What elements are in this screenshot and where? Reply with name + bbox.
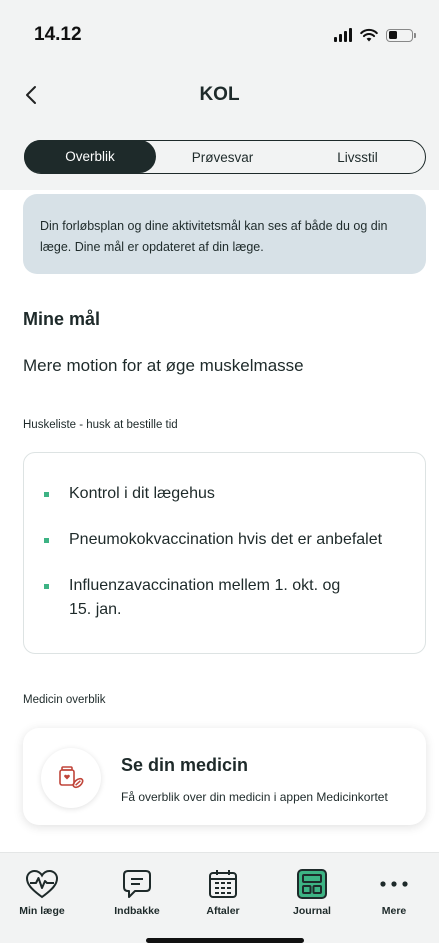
tab-min-laege[interactable]: Min læge <box>2 867 82 917</box>
bullet-icon <box>44 492 49 497</box>
list-item-text: Pneumokokvaccination hvis det er anbefal… <box>69 531 383 548</box>
goals-heading: Mine mål <box>23 309 101 329</box>
info-text-line-1: Din forløbsplan og dine aktivitetsmål ka… <box>40 219 388 233</box>
page-title: KOL <box>199 84 240 105</box>
tab-aftaler[interactable]: Aftaler <box>183 867 263 917</box>
medicine-label: Medicin overblik <box>23 694 106 706</box>
segmented-tabs: Overblik Prøvesvar Livsstil <box>24 140 426 174</box>
journal-icon <box>297 869 327 899</box>
tab-label: Min læge <box>19 905 65 917</box>
list-item-text-line-1: Influenzavaccination mellem 1. okt. og <box>69 577 341 594</box>
calendar-icon <box>209 870 237 898</box>
tab-label: Indbakke <box>114 905 160 917</box>
tab-overblik[interactable]: Overblik <box>24 140 156 173</box>
status-icons <box>334 25 416 45</box>
tab-label: Journal <box>293 905 331 917</box>
list-item-text-line-2: 15. jan. <box>69 601 122 618</box>
home-indicator <box>146 938 304 943</box>
status-time: 14.12 <box>34 24 82 45</box>
reminder-card: Kontrol i dit lægehus Pneumokokvaccinati… <box>23 452 426 654</box>
bullet-icon <box>44 538 49 543</box>
tab-provesvar[interactable]: Prøvesvar <box>155 141 290 173</box>
wifi-icon <box>360 29 378 42</box>
bullet-icon <box>44 584 49 589</box>
tab-label: Aftaler <box>206 905 240 917</box>
list-item: Influenzavaccination mellem 1. okt. og 1… <box>44 574 340 622</box>
signal-icon <box>334 28 352 42</box>
goal-text: Mere motion for at øge muskelmasse <box>23 356 304 375</box>
reminders-label: Huskeliste - husk at bestille tid <box>23 419 178 431</box>
info-text-line-2: læge. Dine mål er opdateret af din læge. <box>40 240 264 254</box>
tab-journal[interactable]: Journal <box>272 867 352 917</box>
list-item-text: Kontrol i dit lægehus <box>69 485 215 502</box>
list-item-text: Influenzavaccination mellem 1. okt. og 1… <box>69 574 340 622</box>
tab-bar: Min læge Indbakke Aftaler Journal Mere <box>0 852 439 943</box>
heart-pulse-icon <box>25 869 59 899</box>
tab-label: Mere <box>381 905 407 917</box>
battery-icon <box>386 28 416 42</box>
info-box: Din forløbsplan og dine aktivitetsmål ka… <box>23 194 426 274</box>
list-item: Pneumokokvaccination hvis det er anbefal… <box>44 528 382 552</box>
medicine-subtitle: Få overblik over din medicin i appen Med… <box>121 790 388 804</box>
tab-indbakke[interactable]: Indbakke <box>97 867 177 917</box>
medicine-icon <box>59 766 84 789</box>
medicine-card[interactable]: Se din medicin Få overblik over din medi… <box>23 728 426 825</box>
more-icon <box>380 881 408 887</box>
medicine-icon-circle <box>41 748 101 808</box>
medicine-title: Se din medicin <box>121 755 249 775</box>
tab-mere[interactable]: Mere <box>354 867 434 917</box>
list-item: Kontrol i dit lægehus <box>44 482 215 506</box>
tab-livsstil[interactable]: Livsstil <box>290 141 425 173</box>
message-icon <box>123 870 151 898</box>
